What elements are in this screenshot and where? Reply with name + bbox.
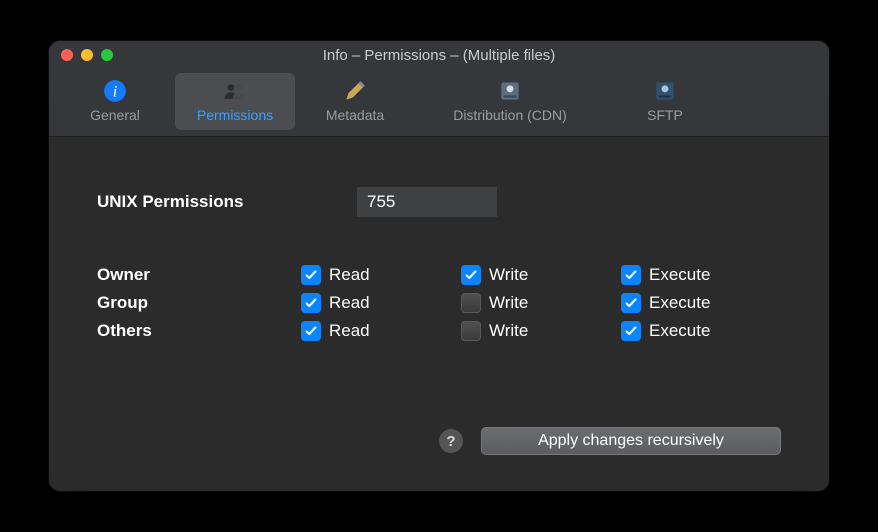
tab-distribution[interactable]: Distribution (CDN) [415, 73, 605, 130]
toolbar: i General Permissions Metadata [49, 69, 829, 137]
svg-text:i: i [113, 82, 118, 100]
read-label: Read [329, 293, 370, 313]
window-controls [61, 49, 113, 61]
info-icon: i [102, 78, 128, 104]
others-execute-checkbox[interactable] [621, 321, 641, 341]
tab-label: SFTP [647, 107, 683, 123]
minimize-icon[interactable] [81, 49, 93, 61]
apply-recursively-button[interactable]: Apply changes recursively [481, 427, 781, 455]
others-row: Others Read Write Execute [97, 321, 781, 341]
tab-label: Distribution (CDN) [453, 107, 567, 123]
pencil-icon [342, 78, 368, 104]
group-row: Group Read Write Execute [97, 293, 781, 313]
window-title: Info – Permissions – (Multiple files) [49, 47, 829, 64]
others-write-checkbox[interactable] [461, 321, 481, 341]
owner-read-checkbox[interactable] [301, 265, 321, 285]
write-label: Write [489, 265, 528, 285]
group-label: Group [97, 293, 301, 313]
tab-label: Permissions [197, 107, 273, 123]
execute-label: Execute [649, 321, 710, 341]
others-read-checkbox[interactable] [301, 321, 321, 341]
info-window: Info – Permissions – (Multiple files) i … [49, 41, 829, 491]
write-label: Write [489, 321, 528, 341]
unix-permissions-row: UNIX Permissions [97, 187, 781, 217]
group-execute-checkbox[interactable] [621, 293, 641, 313]
titlebar: Info – Permissions – (Multiple files) [49, 41, 829, 69]
help-button[interactable]: ? [439, 429, 463, 453]
owner-row: Owner Read Write Execute [97, 265, 781, 285]
owner-label: Owner [97, 265, 301, 285]
close-icon[interactable] [61, 49, 73, 61]
tab-general[interactable]: i General [55, 73, 175, 130]
owner-execute-checkbox[interactable] [621, 265, 641, 285]
group-write-checkbox[interactable] [461, 293, 481, 313]
tab-permissions[interactable]: Permissions [175, 73, 295, 130]
execute-label: Execute [649, 265, 710, 285]
permissions-panel: UNIX Permissions Owner Read Write Execut… [49, 137, 829, 491]
execute-label: Execute [649, 293, 710, 313]
read-label: Read [329, 321, 370, 341]
read-label: Read [329, 265, 370, 285]
write-label: Write [489, 293, 528, 313]
tab-label: General [90, 107, 140, 123]
tab-label: Metadata [326, 107, 384, 123]
unix-permissions-label: UNIX Permissions [97, 192, 357, 212]
unix-permissions-input[interactable] [357, 187, 497, 217]
owner-write-checkbox[interactable] [461, 265, 481, 285]
others-label: Others [97, 321, 301, 341]
tab-metadata[interactable]: Metadata [295, 73, 415, 130]
disk-icon [497, 78, 523, 104]
footer: ? Apply changes recursively [439, 427, 781, 455]
group-read-checkbox[interactable] [301, 293, 321, 313]
zoom-icon[interactable] [101, 49, 113, 61]
disk-blue-icon [652, 78, 678, 104]
users-icon [222, 78, 248, 104]
tab-sftp[interactable]: SFTP [605, 73, 725, 130]
